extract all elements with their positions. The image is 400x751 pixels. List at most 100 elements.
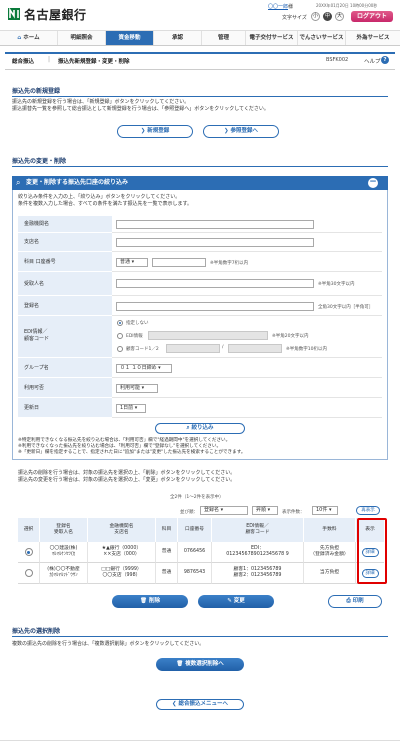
user-name-link[interactable]: 〇〇一郎 [268, 4, 288, 10]
table-row-fee: 先方負担 （登録済み金額） [304, 542, 356, 563]
new-registration-title: 振込先の新規登録 [12, 88, 61, 95]
group-name-label: グループ名 [18, 358, 112, 378]
account-hint: ※半角数字7桁以内 [210, 261, 249, 266]
update-date-select[interactable]: 1日前 ▾ [116, 404, 146, 413]
nav-management[interactable]: 管理 [202, 31, 246, 45]
table-row-fee: 当方負担 [304, 563, 356, 584]
edi-info-hint: ※半角20文字以内 [272, 334, 309, 339]
print-button[interactable]: ⎙ 印刷 [328, 595, 382, 608]
row-2-radio[interactable] [24, 569, 33, 577]
bank-logo-icon [8, 8, 20, 20]
col-bank: 金融機関名 支店名 [88, 518, 156, 542]
new-registration-note-1: 振込先の新規登録を行う場合は、「新規登録」ボタンをクリックしてください。 [12, 99, 190, 105]
edi-label: EDI情報／ 顧客コード [18, 316, 112, 358]
nav-e-delivery[interactable]: 電子交付サービス [246, 31, 298, 45]
group-select[interactable]: ０１ １０日締め ▾ [116, 364, 172, 373]
new-registration-button[interactable]: ❯ 新規登録 [117, 125, 193, 138]
screen-id: BSFK002 [326, 57, 349, 63]
collapse-icon[interactable]: − [368, 178, 378, 188]
new-registration-note-2: 振込振替先一覧を参照して総合振込として新規登録を行う場合は、「参照登録へ」ボタン… [12, 106, 269, 112]
redisplay-button[interactable]: 再表示 [356, 506, 380, 515]
table-row-bank: ★▲銀行（0000） ××支店（000） [88, 542, 156, 563]
nav-approval[interactable]: 承認 [154, 31, 202, 45]
filter-note-1: 絞り込み条件を入力の上、「絞り込み」ボタンをクリックしてください。 [18, 194, 181, 200]
help-icon[interactable]: ? [381, 56, 389, 64]
order-select[interactable]: 昇順 ▾ [252, 506, 278, 515]
delete-button[interactable]: 🗑 削除 [112, 595, 188, 608]
usable-select[interactable]: 利用可能 ▾ [116, 384, 158, 393]
per-page-select[interactable]: 10件 ▾ [312, 506, 338, 515]
bulk-delete-note: 複数の振込先の削除を行う場合は、「複数選択削除」ボタンをクリックしてください。 [12, 641, 205, 647]
print-icon: ⎙ [346, 598, 351, 604]
font-size-large-button[interactable]: 大 [335, 12, 344, 21]
bulk-delete-title: 振込先の選択削除 [12, 628, 61, 635]
bank-name: 名古屋銀行 [24, 8, 87, 22]
update-date-cell [112, 398, 382, 418]
registration-name-hint: 全角30文字以内［半角可］ [318, 305, 374, 310]
divider [12, 636, 388, 637]
payee-name-input[interactable] [116, 279, 314, 288]
bulk-delete-button[interactable]: 🗑 複数選択削除へ [156, 658, 244, 671]
bank-name-input[interactable] [116, 220, 314, 229]
col-fee: 手数料 [304, 518, 356, 542]
delete-instruction: 振込先の削除を行う場合は、対象の振込先を選択の上、「削除」ボタンをクリックしてく… [18, 470, 236, 476]
nav-forex[interactable]: 外為サービス [346, 31, 400, 45]
branch-name-label: 支店名 [18, 233, 112, 252]
table-row-account: 0766456 [178, 542, 212, 563]
sort-label: 並び順： [180, 510, 198, 515]
filter-panel-header[interactable]: 変更・削除する振込先口座の絞り込み [12, 176, 388, 190]
col-edi: EDI情報／ 顧客コード [212, 518, 304, 542]
account-number-input[interactable] [152, 258, 206, 267]
nav-home[interactable]: ⌂ ホーム [0, 31, 58, 45]
home-icon: ⌂ [17, 35, 22, 41]
edit-icon: ✎ [227, 598, 232, 604]
filter-button[interactable]: ⌕ 絞り込み [155, 423, 245, 434]
registration-name-input[interactable] [116, 302, 314, 311]
customer-code-2-input[interactable] [228, 344, 282, 353]
slash-separator: / [222, 345, 224, 350]
change-delete-title: 振込先の変更・削除 [12, 158, 67, 165]
sort-select[interactable]: 登録名 ▾ [200, 506, 248, 515]
nav-statements[interactable]: 明細照会 [58, 31, 106, 45]
account-label: 科目 口座番号 [18, 252, 112, 272]
help-link[interactable]: ヘルプ [364, 57, 381, 65]
edi-option-code-radio[interactable] [117, 346, 123, 352]
font-size-small-button[interactable]: 小 [311, 12, 320, 21]
back-to-menu-button[interactable]: ❮ 総合振込メニューへ [156, 699, 244, 710]
chevron-right-icon: ❯ [140, 128, 146, 134]
chevron-left-icon: ❮ [171, 701, 177, 707]
nav-fund-transfer[interactable]: 資金移動 [106, 31, 154, 45]
col-select: 選択 [18, 518, 40, 542]
col-account: 口座番号 [178, 518, 212, 542]
table-row-edi: 顧客1：0123456789 顧客2：0123456789 [212, 563, 304, 584]
usable-label: 利用可否 [18, 378, 112, 398]
edi-option-none-label: 指定しない [126, 321, 149, 326]
divider [12, 166, 388, 167]
bank-name-label: 金融機関名 [18, 216, 112, 233]
reference-registration-button[interactable]: ❯ 参照登録へ [203, 125, 279, 138]
account-type-select[interactable]: 普通 ▾ [116, 258, 148, 267]
nav-densai[interactable]: でんさいサービス [298, 31, 346, 45]
breadcrumb-root: 総合振込 [12, 59, 35, 65]
row-1-radio[interactable] [24, 548, 33, 556]
update-date-label: 更新日 [18, 398, 112, 418]
user-suffix: 様 [288, 4, 294, 10]
font-size-medium-button[interactable]: 中 [323, 12, 332, 21]
logout-button[interactable]: ログアウト [351, 11, 393, 22]
search-icon: ⌕ [16, 178, 21, 187]
search-icon: ⌕ [186, 425, 190, 431]
change-button[interactable]: ✎ 変更 [198, 595, 274, 608]
col-type: 科目 [156, 518, 178, 542]
col-reg-name: 登録名 受取人名 [40, 518, 88, 542]
trash-icon: 🗑 [176, 661, 184, 667]
table-row-name: (株)〇〇不動産 ｶ)ﾏﾙﾏﾙﾌﾄﾞｳｻﾝ [40, 563, 88, 584]
page-title: 振込先新規登録・変更・削除 [58, 59, 130, 65]
font-size-label: 文字サイズ [282, 15, 307, 21]
edi-option-edi-radio[interactable] [117, 333, 123, 339]
result-count: 全2件（1〜2件を表示中） [170, 495, 224, 500]
branch-name-input[interactable] [116, 238, 314, 247]
customer-code-1-input[interactable] [166, 344, 220, 353]
footer [0, 740, 400, 751]
edi-option-none-radio[interactable] [117, 320, 123, 326]
edi-info-input[interactable] [148, 331, 268, 340]
